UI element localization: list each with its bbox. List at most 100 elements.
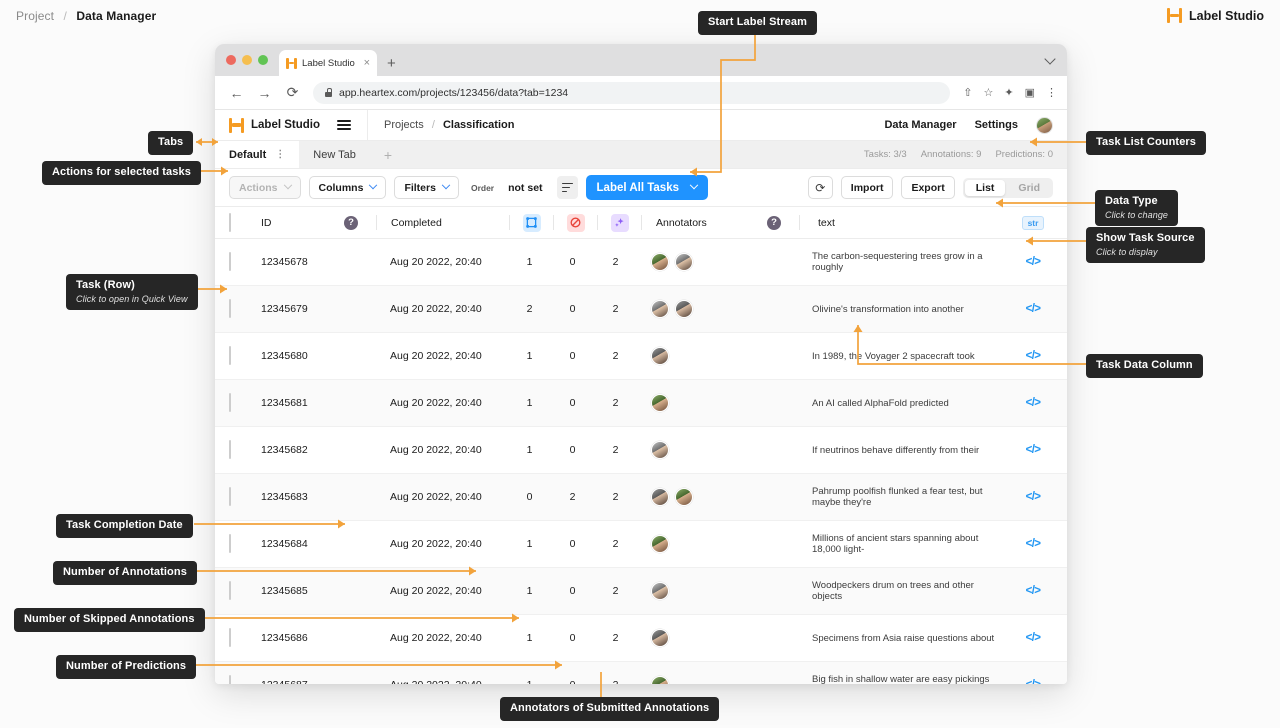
- header-completed[interactable]: Completed: [377, 217, 509, 229]
- cell-predictions: 2: [612, 491, 619, 503]
- cell-predictions: 2: [612, 303, 619, 315]
- annotator-avatar[interactable]: [651, 676, 669, 684]
- add-tab-button[interactable]: +: [369, 141, 407, 168]
- view-mode-list[interactable]: List: [964, 179, 1006, 196]
- forward-icon[interactable]: →: [257, 85, 272, 101]
- share-icon[interactable]: ⇧: [963, 86, 972, 99]
- help-icon[interactable]: ?: [344, 215, 358, 230]
- export-button[interactable]: Export: [901, 176, 955, 199]
- order-value[interactable]: not set: [502, 182, 548, 194]
- label-all-tasks-button[interactable]: Label All Tasks: [585, 175, 708, 200]
- reload-icon[interactable]: ⟳: [285, 84, 300, 101]
- show-task-source-icon[interactable]: </>: [1026, 679, 1041, 684]
- annotator-avatar[interactable]: [651, 300, 669, 318]
- row-checkbox[interactable]: [229, 628, 231, 647]
- user-avatar[interactable]: [1036, 116, 1053, 134]
- show-task-source-icon[interactable]: </>: [1026, 538, 1041, 550]
- cell-completed: Aug 20 2022, 20:40: [390, 256, 482, 268]
- row-checkbox[interactable]: [229, 346, 231, 365]
- row-checkbox[interactable]: [229, 581, 231, 600]
- sort-icon[interactable]: [556, 176, 578, 199]
- extensions-icon[interactable]: ✦: [1004, 86, 1013, 99]
- select-all-checkbox[interactable]: [229, 212, 231, 232]
- filters-dropdown[interactable]: Filters: [394, 176, 459, 199]
- table-row[interactable]: 12345680 Aug 20 2022, 20:40 1 0 2 In 1989, th…: [215, 333, 1067, 380]
- minimize-window-icon[interactable]: [242, 55, 252, 65]
- cell-annotators: [637, 347, 762, 365]
- nav-settings[interactable]: Settings: [975, 119, 1018, 131]
- table-row[interactable]: 12345685 Aug 20 2022, 20:40 1 0 2 Woodpeckers…: [215, 568, 1067, 615]
- annotator-avatar[interactable]: [651, 347, 669, 365]
- chevron-down-icon[interactable]: [1044, 53, 1056, 65]
- header-annotators[interactable]: Annotators: [642, 217, 767, 229]
- tab-new-tab[interactable]: New Tab: [299, 141, 370, 168]
- show-task-source-icon[interactable]: </>: [1026, 303, 1041, 315]
- annotator-avatar[interactable]: [651, 629, 669, 647]
- nav-data-manager[interactable]: Data Manager: [884, 119, 956, 131]
- table-row[interactable]: 12345679 Aug 20 2022, 20:40 2 0 2 Olivine's t…: [215, 286, 1067, 333]
- show-task-source-icon[interactable]: </>: [1026, 444, 1041, 456]
- header-skipped[interactable]: [554, 213, 597, 232]
- predictions-icon: [610, 213, 629, 232]
- app-brand[interactable]: Label Studio: [229, 117, 320, 133]
- browser-menu-icon[interactable]: ⋮: [1046, 86, 1057, 99]
- table-row[interactable]: 12345678 Aug 20 2022, 20:40 1 0 2 The carbon-…: [215, 239, 1067, 286]
- breadcrumb-root[interactable]: Project: [16, 9, 54, 23]
- row-checkbox[interactable]: [229, 393, 231, 412]
- annotator-avatar[interactable]: [651, 488, 669, 506]
- bookmark-icon[interactable]: ☆: [984, 86, 994, 99]
- import-button[interactable]: Import: [840, 176, 894, 199]
- annotator-avatar[interactable]: [675, 488, 693, 506]
- row-checkbox[interactable]: [229, 299, 231, 318]
- header-predictions[interactable]: [598, 213, 641, 232]
- annotator-avatar[interactable]: [651, 535, 669, 553]
- show-task-source-icon[interactable]: </>: [1026, 585, 1041, 597]
- tab-default[interactable]: Default ⋮: [215, 141, 299, 168]
- header-text[interactable]: text: [800, 217, 999, 229]
- close-window-icon[interactable]: [226, 55, 236, 65]
- table-row[interactable]: 12345683 Aug 20 2022, 20:40 0 2 2 Pahrump poo…: [215, 474, 1067, 521]
- annotator-avatar[interactable]: [651, 394, 669, 412]
- header-annotations[interactable]: [510, 213, 553, 232]
- row-checkbox[interactable]: [229, 675, 231, 684]
- new-tab-button[interactable]: +: [377, 50, 406, 76]
- tab-options-icon[interactable]: ⋮: [275, 149, 285, 160]
- menu-burger-icon[interactable]: [337, 119, 351, 131]
- cell-source-cell: </>: [999, 679, 1067, 684]
- annotator-avatar[interactable]: [675, 300, 693, 318]
- annotator-avatar[interactable]: [651, 441, 669, 459]
- back-icon[interactable]: ←: [229, 85, 244, 101]
- row-checkbox[interactable]: [229, 487, 231, 506]
- table-row[interactable]: 12345682 Aug 20 2022, 20:40 1 0 2 If neutrino…: [215, 427, 1067, 474]
- table-row[interactable]: 12345684 Aug 20 2022, 20:40 1 0 2 Millions of…: [215, 521, 1067, 568]
- close-tab-icon[interactable]: ×: [364, 57, 370, 69]
- help-icon[interactable]: ?: [767, 215, 781, 230]
- crumb-projects[interactable]: Projects: [384, 119, 424, 131]
- show-task-source-icon[interactable]: </>: [1026, 397, 1041, 409]
- sidepanel-icon[interactable]: ▣: [1025, 86, 1035, 99]
- show-task-source-icon[interactable]: </>: [1026, 491, 1041, 503]
- maximize-window-icon[interactable]: [258, 55, 268, 65]
- table-row[interactable]: 12345687 Aug 20 2022, 20:40102 Big fish in…: [215, 662, 1067, 684]
- table-row[interactable]: 12345686 Aug 20 2022, 20:40 1 0 2 Specimens f…: [215, 615, 1067, 662]
- actions-dropdown[interactable]: Actions: [229, 176, 301, 199]
- show-task-source-icon[interactable]: </>: [1026, 350, 1041, 362]
- row-checkbox[interactable]: [229, 440, 231, 459]
- columns-dropdown[interactable]: Columns: [308, 176, 387, 199]
- browser-tab[interactable]: Label Studio ×: [279, 50, 377, 76]
- row-checkbox[interactable]: [229, 534, 231, 553]
- annotator-avatar[interactable]: [651, 253, 669, 271]
- table-row[interactable]: 12345681 Aug 20 2022, 20:40 1 0 2 An AI calle…: [215, 380, 1067, 427]
- annotator-avatar[interactable]: [675, 253, 693, 271]
- view-mode-grid[interactable]: Grid: [1007, 180, 1051, 196]
- cell-text: Specimens from Asia raise questions abou…: [812, 632, 995, 644]
- url-input[interactable]: app.heartex.com/projects/123456/data?tab…: [313, 81, 951, 104]
- refresh-button[interactable]: ⟳: [807, 176, 833, 199]
- data-type-badge[interactable]: str: [1021, 215, 1045, 230]
- annotator-avatar[interactable]: [651, 582, 669, 600]
- cell-annotations: 1: [526, 256, 533, 268]
- show-task-source-icon[interactable]: </>: [1026, 632, 1041, 644]
- show-task-source-icon[interactable]: </>: [1026, 256, 1041, 268]
- row-checkbox[interactable]: [229, 252, 231, 271]
- header-id[interactable]: ID: [261, 217, 344, 229]
